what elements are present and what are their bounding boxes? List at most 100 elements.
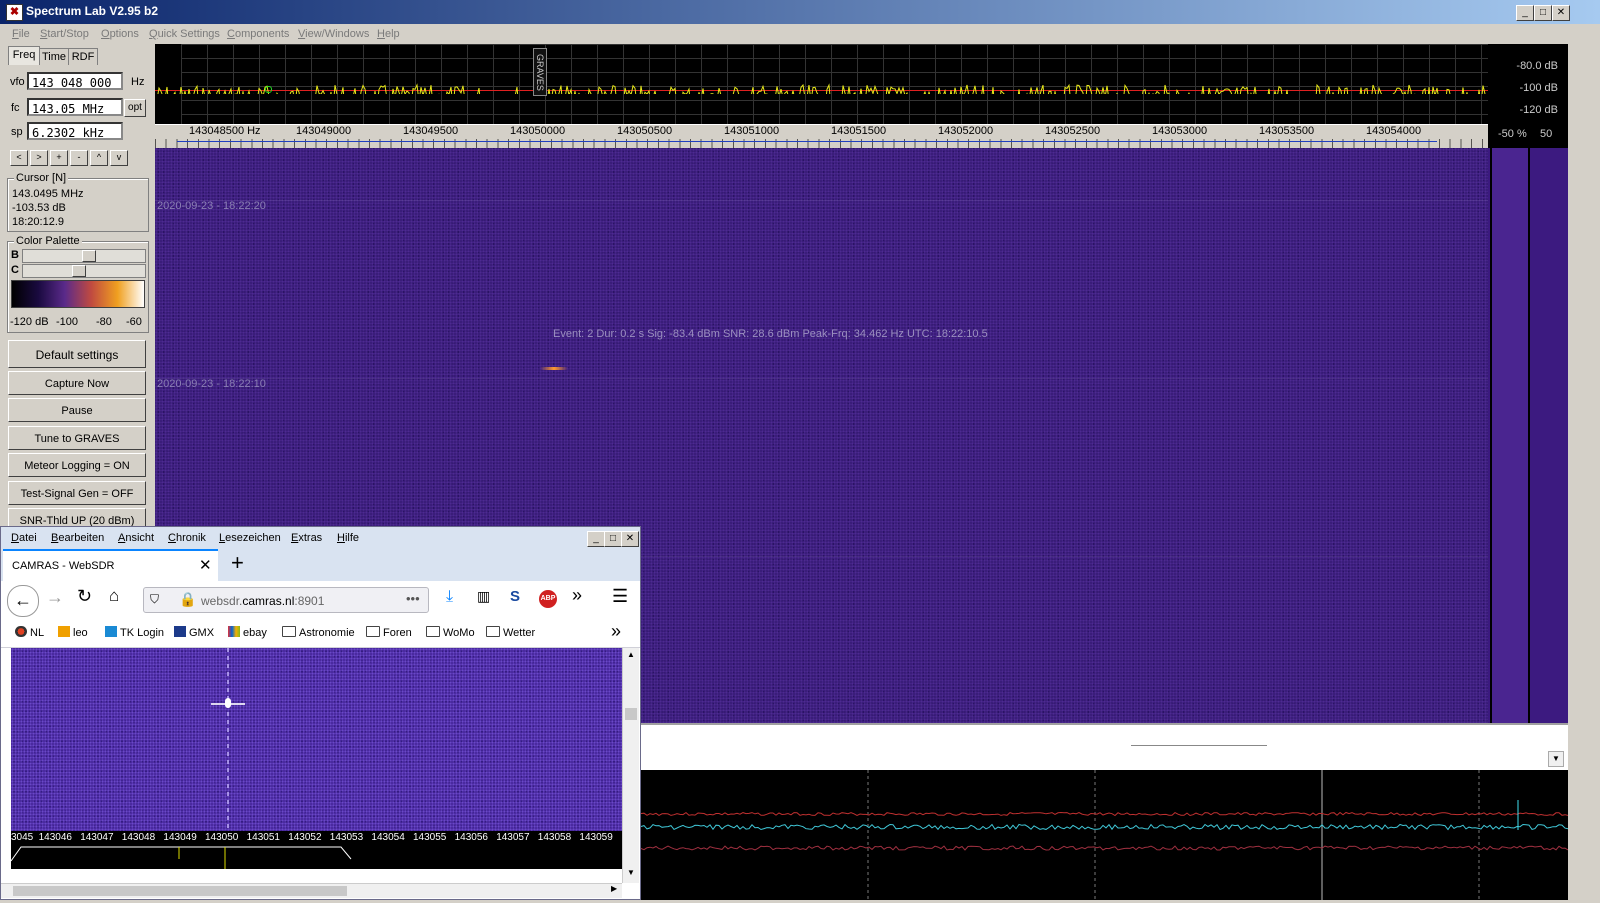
websdr-passband[interactable] [10, 845, 622, 869]
sdr-axis-label: 143051 [246, 832, 280, 843]
freq-label: 143053000 [1152, 125, 1208, 137]
bookmark-tk-login[interactable]: TK Login [105, 626, 164, 639]
bookmark-womo[interactable]: WoMo [426, 626, 475, 639]
palette-tick: -60 [126, 316, 142, 328]
frequency-axis[interactable]: 143048500 Hz 143049000 143049500 1430500… [155, 124, 1488, 149]
menu-chronik[interactable]: Chronik [168, 532, 206, 544]
tab-time[interactable]: Time [39, 48, 69, 65]
menu-options[interactable]: Options [101, 28, 139, 40]
adblock-icon[interactable]: ABP [539, 590, 557, 608]
vfo-unit: Hz [131, 76, 145, 88]
brightness-slider[interactable] [22, 249, 146, 263]
sdr-axis-label: 143052 [288, 832, 322, 843]
menu-hilfe[interactable]: Hilfe [337, 532, 359, 544]
reload-icon[interactable]: ↻ [77, 586, 92, 607]
scroll-down-icon[interactable]: ▼ [1548, 751, 1564, 767]
bookmark-wetter[interactable]: Wetter [486, 626, 535, 639]
menu-lesezeichen[interactable]: Lesezeichen [219, 532, 281, 544]
menu-components[interactable]: Components [227, 28, 289, 40]
graves-marker[interactable]: GRAVES [533, 48, 547, 96]
hscroll-thumb[interactable] [13, 886, 347, 896]
level-up-button[interactable]: ^ [90, 150, 108, 166]
browser-maximize-button[interactable]: □ [604, 531, 622, 547]
forward-arrow-icon[interactable]: → [46, 587, 64, 608]
horizontal-scrollbar[interactable]: ▶ [1, 883, 622, 898]
slider-thumb[interactable] [82, 250, 96, 262]
menu-view-windows[interactable]: View/Windows [298, 28, 369, 40]
scroll-thumb[interactable] [625, 708, 637, 720]
scroll-right-button[interactable]: > [30, 150, 48, 166]
bookmarks-overflow-icon[interactable]: » [611, 621, 621, 642]
pause-button[interactable]: Pause [8, 398, 146, 422]
scroll-right-icon[interactable]: ▶ [611, 884, 621, 896]
browser-close-button[interactable]: ✕ [621, 531, 639, 547]
home-icon[interactable]: ⌂ [109, 586, 119, 606]
menu-bar: File Start/Stop Options Quick Settings C… [0, 24, 1600, 67]
zoom-in-button[interactable]: + [50, 150, 68, 166]
vfo-label: vfo [10, 76, 25, 88]
hamburger-menu-icon[interactable]: ☰ [612, 586, 628, 607]
sidebar-icon[interactable]: ▥ [477, 588, 490, 605]
contrast-slider[interactable] [22, 264, 146, 278]
menu-start-stop[interactable]: Start/Stop [40, 28, 89, 40]
cursor-frequency: 143.0495 MHz [12, 188, 84, 200]
bookmark-leo[interactable]: leo [58, 626, 88, 639]
bookmark-label: Astronomie [299, 627, 355, 639]
bookmark-astronomie[interactable]: Astronomie [282, 626, 355, 639]
bookmark-gmx[interactable]: GMX [174, 626, 214, 639]
shield-icon[interactable]: ⛉ [150, 592, 159, 607]
menu-help[interactable]: Help [377, 28, 400, 40]
bookmark-foren[interactable]: Foren [366, 626, 412, 639]
passband-shape [10, 846, 352, 869]
tab-rdf[interactable]: RDF [68, 48, 98, 65]
url-bar[interactable]: ⛉ 🔒 websdr.camras.nl:8901 ••• [143, 587, 429, 613]
menu-file[interactable]: File [12, 28, 30, 40]
meteor-logging-button[interactable]: Meteor Logging = ON [8, 453, 146, 477]
scroll-left-button[interactable]: < [10, 150, 28, 166]
browser-tab[interactable]: CAMRAS - WebSDR ✕ [3, 549, 218, 581]
maximize-button[interactable]: □ [1534, 5, 1552, 21]
test-signal-gen-button[interactable]: Test-Signal Gen = OFF [8, 481, 146, 505]
zoom-out-button[interactable]: - [70, 150, 88, 166]
sp-input[interactable]: 6.2302 kHz [27, 122, 123, 140]
menu-extras[interactable]: Extras [291, 532, 322, 544]
default-settings-button[interactable]: Default settings [8, 340, 146, 368]
signal-scope[interactable] [640, 770, 1569, 900]
overflow-chevron-icon[interactable]: » [572, 585, 582, 606]
vfo-input[interactable]: 143 048 000 [27, 72, 123, 90]
back-arrow-icon[interactable]: ← [7, 585, 39, 617]
menu-quick-settings[interactable]: Quick Settings [149, 28, 220, 40]
opt-button[interactable]: opt [124, 99, 146, 117]
window-title: Spectrum Lab V2.95 b2 [26, 4, 159, 18]
menu-datei[interactable]: Datei [11, 532, 37, 544]
websdr-waterfall[interactable] [11, 648, 622, 831]
download-icon[interactable]: ⤓ [446, 588, 453, 606]
skype-icon[interactable]: S [510, 588, 520, 605]
tab-freq[interactable]: Freq [8, 46, 40, 65]
level-down-button[interactable]: v [110, 150, 128, 166]
spectrum-trace [157, 83, 1486, 94]
scroll-down-icon[interactable]: ▼ [625, 868, 637, 880]
bookmark-ebay[interactable]: ebay [228, 626, 267, 639]
bookmark-nl[interactable]: NL [15, 626, 44, 639]
menu-bearbeiten[interactable]: Bearbeiten [51, 532, 104, 544]
new-tab-icon[interactable]: + [231, 550, 244, 576]
insecure-lock-icon[interactable]: 🔒 [179, 591, 196, 608]
capture-now-button[interactable]: Capture Now [8, 371, 146, 395]
passband-line [177, 141, 1437, 142]
vertical-scrollbar[interactable]: ▲ ▼ [622, 648, 639, 883]
minimize-button[interactable]: _ [1516, 5, 1534, 21]
tune-to-graves-button[interactable]: Tune to GRAVES [8, 426, 146, 450]
menu-ansicht[interactable]: Ansicht [118, 532, 154, 544]
close-button[interactable]: ✕ [1552, 5, 1570, 21]
websdr-frequency-axis: 3045 143046 143047 143048 143049 143050 143051… [11, 831, 622, 845]
page-actions-icon[interactable]: ••• [406, 591, 420, 606]
browser-minimize-button[interactable]: _ [587, 531, 605, 547]
freq-label: 143051500 [831, 125, 887, 137]
tab-close-icon[interactable]: ✕ [199, 556, 212, 574]
slider-thumb[interactable] [72, 265, 86, 277]
scroll-up-icon[interactable]: ▲ [625, 650, 637, 662]
freq-label: 143048500 Hz [189, 125, 261, 137]
spectrum-display[interactable]: GRAVES [155, 44, 1488, 124]
fc-input[interactable]: 143.05 MHz [27, 98, 123, 116]
